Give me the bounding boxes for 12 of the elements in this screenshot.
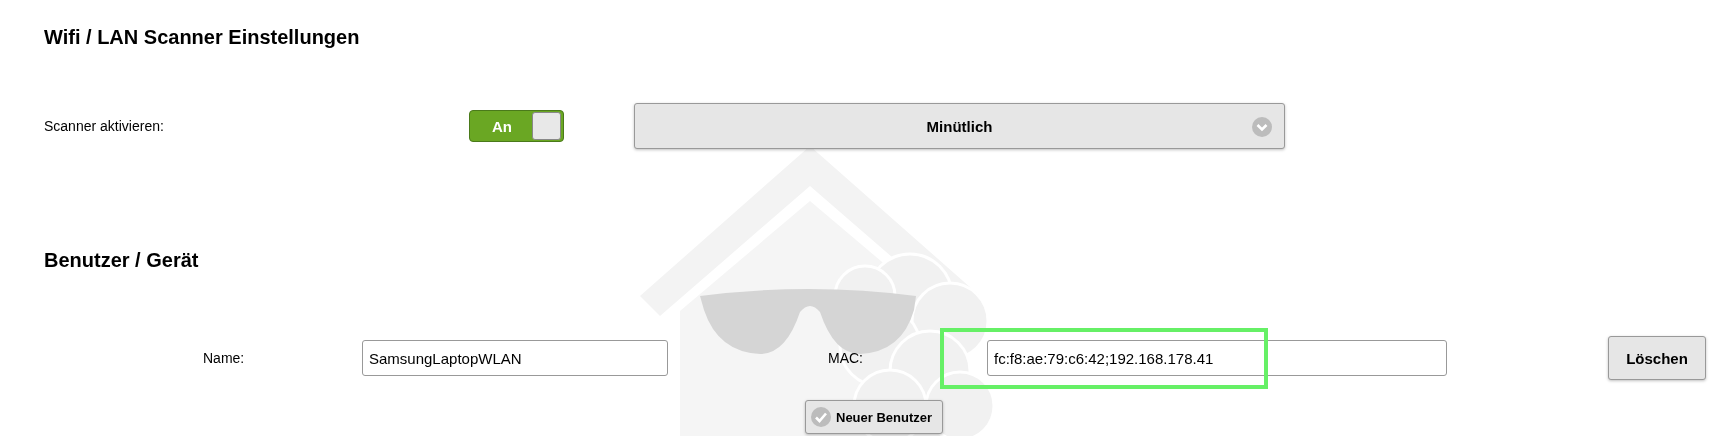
name-input-field[interactable]: SamsungLaptopWLAN xyxy=(362,340,668,376)
section-heading: Wifi / LAN Scanner Einstellungen xyxy=(44,25,361,49)
field-label: MAC: xyxy=(828,350,864,366)
interval-dropdown[interactable]: Minütlich xyxy=(634,103,1285,149)
section-heading: Benutzer / Gerät xyxy=(44,248,200,272)
field-label: Scanner aktivieren: xyxy=(44,118,165,134)
new-user-button[interactable]: Neuer Benutzer xyxy=(805,400,944,434)
checkmark-icon xyxy=(811,407,831,427)
mac-input-field[interactable]: fc:f8:ae:79:c6:42;192.168.178.41 xyxy=(987,340,1447,376)
delete-button[interactable]: Löschen xyxy=(1608,336,1706,380)
chevron-down-icon xyxy=(1252,117,1272,137)
field-label: Name: xyxy=(203,350,246,366)
